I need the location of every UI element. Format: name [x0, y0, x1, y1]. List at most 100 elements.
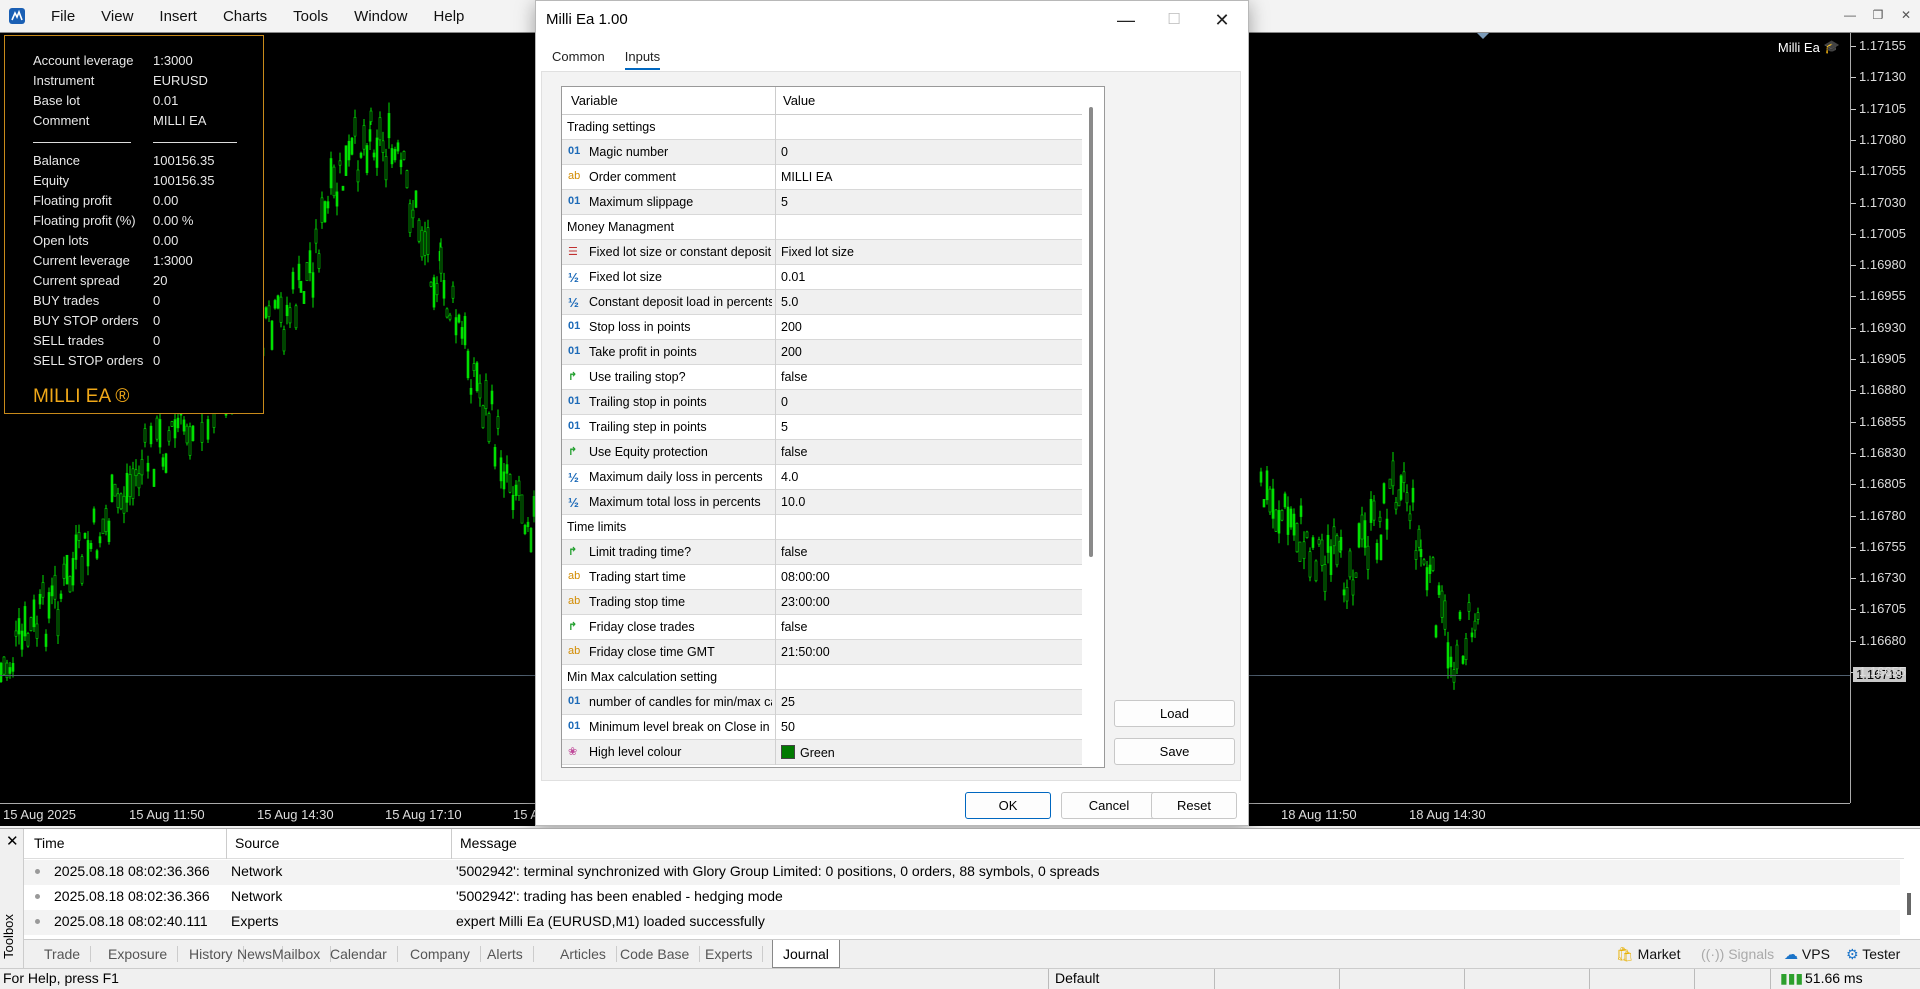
header-message[interactable]: Message [460, 835, 517, 851]
input-row[interactable]: 01 Minimum level break on Close in points… [562, 715, 1082, 740]
load-button[interactable]: Load [1114, 700, 1235, 727]
toolbox-tab-experts[interactable]: Experts [695, 946, 764, 962]
input-value[interactable]: 50 [781, 720, 795, 734]
menu-tools[interactable]: Tools [280, 8, 341, 25]
input-value[interactable]: 0 [781, 395, 788, 409]
tab-common[interactable]: Common [552, 49, 605, 70]
input-value[interactable]: 23:00:00 [781, 595, 830, 609]
input-row[interactable]: ½ Maximum daily loss in percents 4.0 [562, 465, 1082, 490]
toolbox-tab-calendar[interactable]: Calendar [320, 946, 398, 962]
journal-row[interactable]: 2025.08.18 08:02:36.366 Network '5002942':… [24, 860, 1900, 885]
price-axis[interactable]: 1.16719 1.17155 1.17130 1.17105 1.17080 1.17… [1850, 33, 1920, 803]
input-value[interactable]: 5.0 [781, 295, 798, 309]
dialog-close-icon[interactable]: ✕ [1198, 5, 1246, 35]
input-row[interactable]: ☰ Fixed lot size or constant deposit load… [562, 240, 1082, 265]
column-value[interactable]: Value [783, 93, 815, 108]
grid-scrollbar[interactable] [1089, 107, 1093, 557]
input-row[interactable]: 01 Take profit in points 200 [562, 340, 1082, 365]
header-divider[interactable] [451, 829, 452, 859]
menu-view[interactable]: View [88, 8, 146, 25]
journal-scrollbar[interactable] [1907, 893, 1911, 915]
input-row[interactable]: 01 Trailing stop in points 0 [562, 390, 1082, 415]
input-row[interactable]: ❀ High level colour Green [562, 740, 1082, 765]
input-value[interactable]: 25 [781, 695, 795, 709]
tab-inputs[interactable]: Inputs [624, 49, 661, 70]
input-value[interactable]: false [781, 370, 807, 384]
input-row[interactable]: ab Trading stop time 23:00:00 [562, 590, 1082, 615]
toolbox-tab-alerts[interactable]: Alerts [477, 946, 534, 962]
market-button[interactable]: 🛍 Market [1616, 946, 1680, 963]
menu-insert[interactable]: Insert [146, 8, 210, 25]
input-value[interactable]: 0 [781, 145, 788, 159]
input-row[interactable]: ab Friday close time GMT 21:50:00 [562, 640, 1082, 665]
input-value[interactable]: 0.01 [781, 270, 805, 284]
save-button[interactable]: Save [1114, 738, 1235, 765]
input-value[interactable]: 200 [781, 320, 802, 334]
dialog-minimize-icon[interactable]: — [1102, 5, 1150, 35]
restore-icon[interactable]: ❐ [1864, 0, 1892, 32]
input-row[interactable]: ↱ Use trailing stop? false [562, 365, 1082, 390]
signals-button[interactable]: ((·)) Signals [1701, 946, 1774, 962]
input-value[interactable]: 5 [781, 195, 788, 209]
cancel-button[interactable]: Cancel [1061, 792, 1157, 819]
input-row[interactable]: ↱ Use Equity protection false [562, 440, 1082, 465]
toolbox-tab-journal[interactable]: Journal [772, 940, 840, 968]
menu-window[interactable]: Window [341, 8, 420, 25]
toolbox-close-icon[interactable]: ✕ [6, 832, 19, 850]
vps-button[interactable]: ☁ VPS [1784, 946, 1830, 963]
input-value[interactable]: MILLI EA [781, 170, 832, 184]
tester-button[interactable]: ⚙ Tester [1846, 946, 1900, 963]
input-row[interactable]: ½ Maximum total loss in percents 10.0 [562, 490, 1082, 515]
menu-help[interactable]: Help [421, 8, 478, 25]
menu-charts[interactable]: Charts [210, 8, 280, 25]
header-time[interactable]: Time [34, 835, 65, 851]
input-row[interactable]: ↱ Friday close trades false [562, 615, 1082, 640]
candle-body [11, 662, 15, 672]
input-value[interactable]: Green [781, 745, 835, 760]
menu-file[interactable]: File [38, 8, 88, 25]
candle-body [1339, 536, 1343, 551]
reset-button[interactable]: Reset [1151, 792, 1237, 819]
candle-body [1335, 535, 1339, 566]
toolbox-tab-exposure[interactable]: Exposure [98, 946, 179, 962]
input-value[interactable]: Fixed lot size [781, 245, 854, 259]
candle-body [1299, 505, 1303, 517]
input-row[interactable]: ↱ Limit trading time? false [562, 540, 1082, 565]
input-row[interactable]: 01 Stop loss in points 200 [562, 315, 1082, 340]
toolbox-tab-code-base[interactable]: Code Base [610, 946, 701, 962]
input-value[interactable]: false [781, 545, 807, 559]
input-row[interactable]: 01 number of candles for min/max calcu...… [562, 690, 1082, 715]
profile-name[interactable]: Default [1055, 970, 1099, 986]
ok-button[interactable]: OK [965, 792, 1051, 819]
column-variable[interactable]: Variable [571, 93, 618, 108]
input-value[interactable]: false [781, 620, 807, 634]
input-row[interactable]: ½ Constant deposit load in percents 5.0 [562, 290, 1082, 315]
journal-row[interactable]: 2025.08.18 08:02:40.111 Experts expert Mil… [24, 910, 1900, 935]
input-value[interactable]: 4.0 [781, 470, 798, 484]
input-row[interactable]: 01 Maximum slippage 5 [562, 190, 1082, 215]
input-value[interactable]: false [781, 445, 807, 459]
header-divider[interactable] [226, 829, 227, 859]
input-row[interactable]: ab Trading start time 08:00:00 [562, 565, 1082, 590]
input-value[interactable]: 10.0 [781, 495, 805, 509]
input-value[interactable]: 5 [781, 420, 788, 434]
chart-shift-marker-icon[interactable] [1477, 33, 1489, 39]
column-divider[interactable] [775, 87, 776, 115]
toolbox-tab-trade[interactable]: Trade [34, 946, 92, 962]
candle-body [1311, 537, 1315, 548]
toolbox-tab-company[interactable]: Company [400, 946, 481, 962]
journal-row[interactable]: 2025.08.18 08:02:36.366 Network '5002942':… [24, 885, 1900, 910]
header-source[interactable]: Source [235, 835, 279, 851]
input-row[interactable]: ab Order comment MILLI EA [562, 165, 1082, 190]
input-row[interactable]: ½ Fixed lot size 0.01 [562, 265, 1082, 290]
candle-body [1292, 513, 1296, 536]
minimize-icon[interactable]: — [1836, 0, 1864, 32]
toolbox-tab-articles[interactable]: Articles [550, 946, 617, 962]
input-value[interactable]: 21:50:00 [781, 645, 830, 659]
input-row[interactable]: 01 Trailing step in points 5 [562, 415, 1082, 440]
close-icon[interactable]: ✕ [1892, 0, 1920, 32]
input-value[interactable]: 08:00:00 [781, 570, 830, 584]
input-value[interactable]: 200 [781, 345, 802, 359]
connection-bars-icon[interactable]: ▮▮▮ [1780, 970, 1803, 987]
input-row[interactable]: 01 Magic number 0 [562, 140, 1082, 165]
